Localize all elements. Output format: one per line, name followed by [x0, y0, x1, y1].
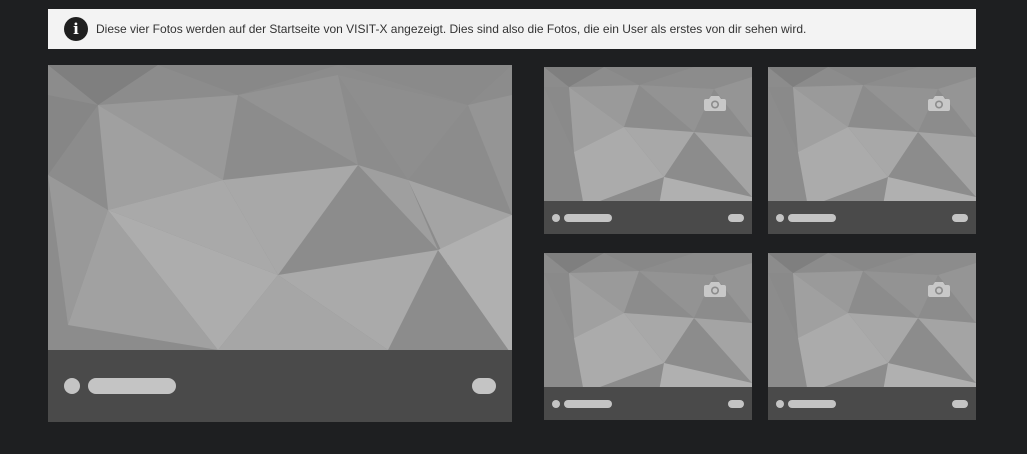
title-skeleton — [788, 214, 836, 222]
title-skeleton — [564, 214, 612, 222]
badge-skeleton — [952, 400, 968, 408]
status-dot — [64, 378, 80, 394]
photo-slot-2[interactable] — [768, 67, 976, 234]
caption-bar — [544, 201, 752, 234]
title-skeleton — [564, 400, 612, 408]
camera-icon — [928, 96, 950, 111]
status-dot — [776, 400, 784, 408]
badge-skeleton — [728, 400, 744, 408]
badge-skeleton — [952, 214, 968, 222]
status-dot — [552, 400, 560, 408]
caption-bar — [48, 350, 512, 422]
status-dot — [552, 214, 560, 222]
photo-slot-1[interactable] — [544, 67, 752, 234]
main-photo-slot[interactable] — [48, 65, 512, 422]
title-skeleton — [788, 400, 836, 408]
camera-icon — [704, 96, 726, 111]
caption-bar — [544, 387, 752, 420]
photo-slot-4[interactable] — [768, 253, 976, 420]
info-icon: i — [64, 17, 88, 41]
caption-bar — [768, 387, 976, 420]
camera-icon — [704, 282, 726, 297]
info-banner: i Diese vier Fotos werden auf der Starts… — [48, 9, 976, 49]
status-dot — [776, 214, 784, 222]
photo-slot-3[interactable] — [544, 253, 752, 420]
info-text: Diese vier Fotos werden auf der Startsei… — [96, 22, 807, 36]
badge-skeleton — [728, 214, 744, 222]
badge-skeleton — [472, 378, 496, 394]
title-skeleton — [88, 378, 176, 394]
caption-bar — [768, 201, 976, 234]
camera-icon — [928, 282, 950, 297]
